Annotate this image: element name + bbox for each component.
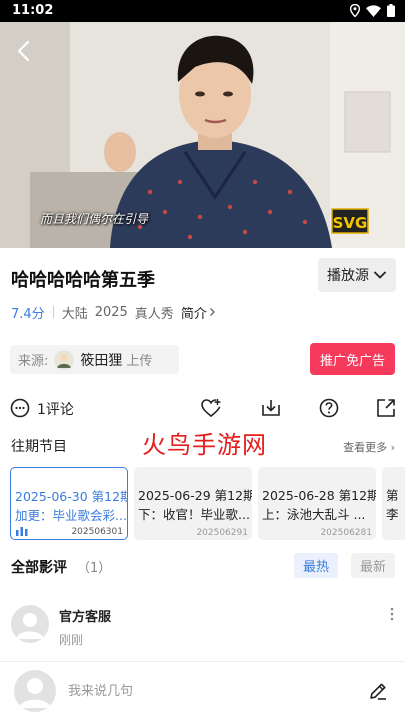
- chevron-down-icon: [373, 271, 387, 279]
- episode-subtitle: 李: [386, 507, 399, 522]
- see-more-link[interactable]: 查看更多 ›: [343, 439, 395, 455]
- uploader-avatar: [54, 349, 75, 370]
- location-icon: [350, 4, 360, 17]
- edit-pen-icon[interactable]: [368, 681, 388, 701]
- comment-time: 刚刚: [59, 633, 84, 647]
- back-arrow-icon[interactable]: [12, 38, 38, 64]
- uploader-suffix: 上传: [126, 354, 153, 369]
- comment-input[interactable]: [68, 680, 348, 702]
- episodes-list[interactable]: 2025-06-30 第12期 加更：毕业歌会彩... 202506301 20…: [10, 467, 405, 541]
- episode-subtitle: 上：泳池大乱斗 ...: [262, 507, 366, 522]
- title-row: 哈哈哈哈哈第五季 播放源: [0, 258, 405, 294]
- help-icon[interactable]: [318, 397, 340, 419]
- episode-date-title: 2025-06-28 第12期: [262, 488, 376, 503]
- meta-row: 7.4分 大陆 2025 真人秀 简介: [11, 302, 216, 322]
- download-icon[interactable]: [260, 397, 282, 419]
- comment-item: 官方客服 刚刚: [0, 600, 405, 656]
- episode-card-4[interactable]: 第 李: [382, 467, 405, 540]
- watermark-text: 火鸟手游网: [142, 431, 267, 459]
- share-icon[interactable]: [375, 397, 397, 419]
- score: 7.4分: [11, 306, 45, 322]
- comment-input-bar: [0, 662, 405, 720]
- region: 大陆: [61, 306, 88, 322]
- see-more-label: 查看更多: [343, 441, 388, 454]
- year: 2025: [94, 304, 128, 320]
- episode-date-title: 2025-06-30 第12期: [15, 489, 128, 504]
- comment-count[interactable]: 1评论: [37, 399, 74, 419]
- reviews-header: 全部影评 （1） 最热 最新: [0, 553, 405, 579]
- sort-hot-button[interactable]: 最热: [294, 553, 338, 578]
- episodes-title: 往期节目: [11, 439, 67, 455]
- show-title: 哈哈哈哈哈第五季: [11, 270, 155, 291]
- video-subtitle: 而且我们偶尔在引导: [40, 212, 149, 226]
- episode-code: 202506281: [320, 528, 372, 538]
- episode-date-title: 2025-06-29 第12期: [138, 488, 252, 503]
- favorite-icon[interactable]: [200, 397, 222, 419]
- uploader-chip[interactable]: 来源: 筱田狸 上传: [10, 345, 179, 374]
- episode-card-1[interactable]: 2025-06-30 第12期 加更：毕业歌会彩... 202506301: [10, 467, 128, 540]
- episode-subtitle: 下：收官！毕业歌...: [138, 507, 250, 522]
- episode-card-2[interactable]: 2025-06-29 第12期 下：收官！毕业歌... 202506291: [134, 467, 252, 540]
- status-bar: 11:02: [0, 0, 405, 22]
- battery-icon: [387, 4, 395, 17]
- reviews-title: 全部影评: [11, 560, 67, 576]
- action-row: 1评论: [0, 395, 405, 423]
- episode-subtitle: 加更：毕业歌会彩...: [15, 508, 127, 523]
- uploader-label: 来源:: [18, 354, 49, 369]
- status-time: 11:02: [12, 3, 54, 18]
- sort-new-button[interactable]: 最新: [351, 553, 395, 578]
- now-playing-icon: [16, 527, 28, 536]
- wifi-icon: [366, 4, 381, 17]
- user-avatar[interactable]: [14, 670, 56, 712]
- video-player[interactable]: 而且我们偶尔在引导 SVG: [0, 22, 405, 248]
- uploader-name: 筱田狸: [80, 352, 123, 369]
- episode-card-3[interactable]: 2025-06-28 第12期 上：泳池大乱斗 ... 202506281: [258, 467, 376, 540]
- reviews-count: （1）: [77, 561, 112, 576]
- channel-logo-text: SVG: [333, 214, 368, 232]
- meta-divider: [52, 306, 54, 318]
- episode-date-title: 第: [386, 488, 399, 503]
- play-source-button[interactable]: 播放源: [318, 258, 396, 292]
- comment-icon[interactable]: [9, 397, 31, 419]
- channel-logo: SVG: [331, 208, 369, 234]
- episodes-header: 往期节目 火鸟手游网 查看更多 ›: [0, 431, 405, 459]
- genre: 真人秀: [134, 306, 174, 322]
- more-vertical-icon[interactable]: [387, 606, 397, 622]
- ad-free-promo-button[interactable]: 推广免广告: [310, 343, 395, 375]
- play-source-label: 播放源: [327, 268, 369, 284]
- chevron-right-icon: [209, 308, 215, 316]
- status-icons: [350, 4, 395, 17]
- intro-label: 简介: [180, 306, 207, 322]
- avatar[interactable]: [11, 605, 49, 643]
- episode-code: 202506301: [71, 527, 123, 537]
- episode-code: 202506291: [196, 528, 248, 538]
- comment-author[interactable]: 官方客服: [59, 606, 111, 625]
- intro-link[interactable]: 简介: [181, 303, 216, 322]
